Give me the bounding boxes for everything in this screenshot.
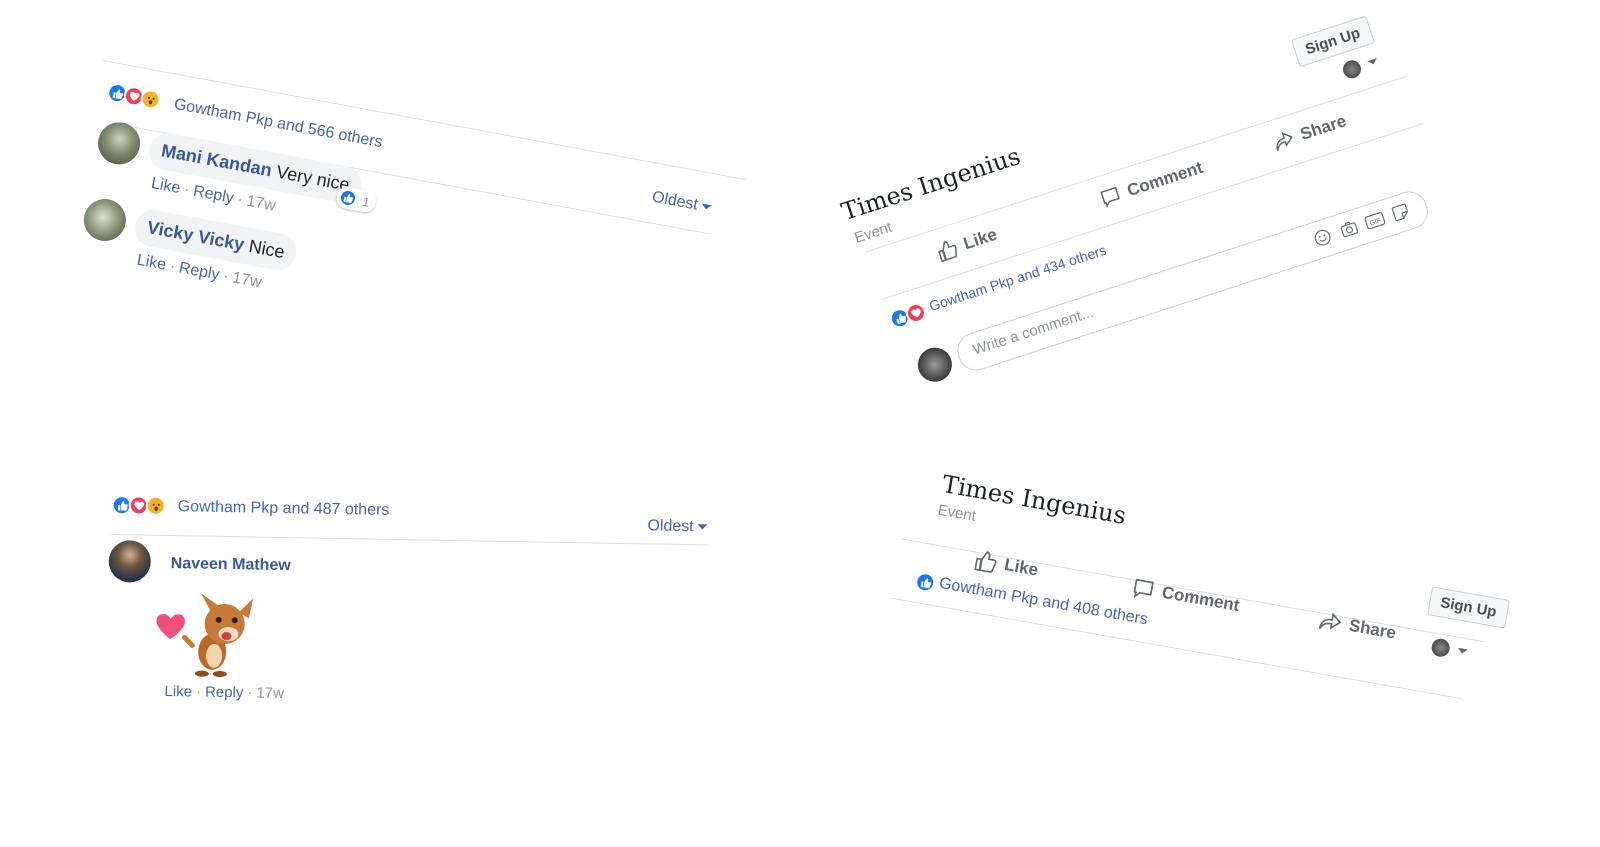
comment-time[interactable]: 17w xyxy=(231,269,263,291)
page-subtitle: Event xyxy=(852,218,895,247)
sign-up-button[interactable]: Sign Up xyxy=(1427,586,1510,629)
comment-time[interactable]: 17w xyxy=(256,685,284,702)
sort-label: Oldest xyxy=(647,517,694,536)
chevron-down-icon[interactable] xyxy=(1367,58,1379,66)
share-icon xyxy=(1318,612,1342,630)
share-label: Share xyxy=(1297,111,1349,144)
comment-reply-link[interactable]: Reply xyxy=(178,259,221,283)
reaction-icons[interactable] xyxy=(111,495,166,516)
bottom-divider xyxy=(891,597,1464,700)
avatar[interactable] xyxy=(80,195,130,245)
sort-dropdown[interactable]: Oldest xyxy=(651,189,714,218)
comments-panel-bottom-left: Gowtham Pkp and 487 others Oldest Naveen… xyxy=(106,490,720,721)
like-label: Like xyxy=(1002,554,1040,580)
reaction-icons[interactable] xyxy=(105,81,163,111)
reaction-icons[interactable] xyxy=(887,300,929,331)
post-panel-top-right: Times Ingenius Event Sign Up Like Commen… xyxy=(835,5,1483,428)
comment-author[interactable]: Vicky Vicky xyxy=(146,217,246,255)
share-icon xyxy=(1276,132,1293,151)
comment-reply-link[interactable]: Reply xyxy=(192,183,235,207)
like-icon xyxy=(337,187,359,209)
comment-author[interactable]: Mani Kandan xyxy=(160,140,274,180)
post-panel-bottom-right: Times Ingenius Event Sign Up Like Commen… xyxy=(891,470,1516,827)
account-avatar[interactable] xyxy=(1430,637,1452,659)
comments-divider xyxy=(111,534,710,546)
share-label: Share xyxy=(1347,615,1398,643)
comment-author[interactable]: Naveen Mathew xyxy=(171,555,291,575)
comment-like-link[interactable]: Like xyxy=(164,683,192,700)
reaction-summary[interactable]: Gowtham Pkp and 408 others xyxy=(938,575,1149,629)
thumbs-up-icon xyxy=(974,551,997,573)
share-button[interactable]: Share xyxy=(1271,111,1349,153)
like-count: 1 xyxy=(361,193,372,210)
sort-dropdown[interactable]: Oldest xyxy=(647,517,708,536)
comment-text: Nice xyxy=(247,235,287,263)
comment-label: Comment xyxy=(1160,582,1241,616)
like-button[interactable]: Like xyxy=(973,549,1040,582)
dog-heart-sticker[interactable] xyxy=(152,589,264,681)
avatar[interactable] xyxy=(913,343,957,387)
reaction-icons[interactable] xyxy=(913,570,937,594)
comment-icon xyxy=(1133,578,1154,598)
comment-like-link[interactable]: Like xyxy=(150,175,182,197)
comments-panel-top-left: Gowtham Pkp and 566 others Oldest Mani K… xyxy=(56,60,752,436)
reaction-summary[interactable]: Gowtham Pkp and 487 others xyxy=(178,498,390,520)
account-avatar[interactable] xyxy=(1340,57,1364,81)
wow-icon xyxy=(145,495,166,516)
page-subtitle: Event xyxy=(936,501,978,525)
chevron-down-icon xyxy=(701,203,712,211)
page-title[interactable]: Times Ingenius xyxy=(838,142,1024,226)
like-icon xyxy=(913,570,937,594)
sign-up-button[interactable]: Sign Up xyxy=(1290,15,1375,68)
share-button[interactable]: Share xyxy=(1318,609,1398,644)
chevron-down-icon xyxy=(697,524,708,530)
comment-like-link[interactable]: Like xyxy=(136,252,168,274)
comment-like-count[interactable]: 1 xyxy=(335,185,378,214)
comment-reply-link[interactable]: Reply xyxy=(205,684,244,702)
comment-actions: Like·Reply·17w xyxy=(164,682,285,703)
comment-button[interactable]: Comment xyxy=(1098,158,1205,210)
thumbs-up-icon xyxy=(938,241,958,263)
chevron-down-icon[interactable] xyxy=(1457,647,1468,655)
sort-label: Oldest xyxy=(650,188,700,214)
like-label: Like xyxy=(961,224,1000,254)
avatar[interactable] xyxy=(108,539,152,583)
comment-icon xyxy=(1100,186,1120,209)
comment-time[interactable]: 17w xyxy=(245,193,277,215)
like-button[interactable]: Like xyxy=(935,225,1000,263)
